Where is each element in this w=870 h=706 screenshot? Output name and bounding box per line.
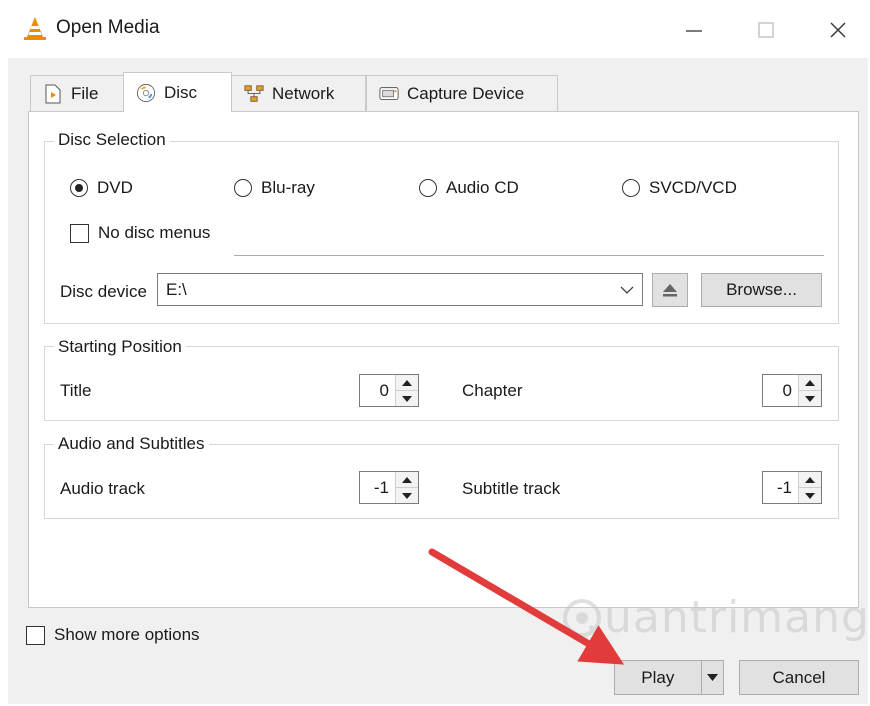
starting-position-legend: Starting Position [54, 337, 186, 357]
radio-audio-cd-circle [419, 179, 437, 197]
subtitle-track-label: Subtitle track [462, 479, 561, 498]
disc-icon [136, 83, 156, 103]
play-dropdown-arrow-icon[interactable] [700, 661, 723, 694]
audio-subtitles-legend: Audio and Subtitles [54, 434, 209, 454]
no-disc-menus-box [70, 223, 89, 243]
chapter-value: 0 [782, 380, 792, 400]
disc-device-combobox[interactable]: E:\ [157, 273, 643, 306]
tab-file[interactable]: File [30, 75, 124, 111]
title-spinbox[interactable]: 0 [359, 374, 419, 407]
show-more-options-label: Show more options [54, 625, 200, 644]
disc-device-value: E:\ [166, 279, 187, 299]
starting-position-group [44, 346, 839, 421]
radio-dvd[interactable]: DVD [70, 178, 133, 198]
chapter-down-arrow-icon[interactable] [799, 390, 821, 406]
radio-audio-cd-label: Audio CD [446, 178, 519, 197]
radio-blu-ray-circle [234, 179, 252, 197]
subtitle-track-value: -1 [776, 477, 792, 497]
audio-track-label: Audio track [60, 479, 146, 498]
disc-device-label: Disc device [60, 282, 147, 301]
radio-blu-ray-label: Blu-ray [261, 178, 315, 197]
audio-down-arrow-icon[interactable] [396, 487, 418, 503]
audio-track-spinbox[interactable]: -1 [359, 471, 419, 504]
eject-button[interactable] [652, 273, 688, 307]
tab-file-label: File [71, 83, 99, 103]
show-more-options-checkbox[interactable]: Show more options [26, 625, 200, 645]
watermark-logo-icon [563, 598, 601, 637]
show-more-options-box [26, 625, 45, 645]
close-icon [830, 22, 846, 38]
chapter-label: Chapter [462, 381, 523, 400]
window-title: Open Media [56, 17, 160, 38]
separator-line [234, 255, 824, 256]
subtitle-down-arrow-icon[interactable] [799, 487, 821, 503]
radio-svcd-vcd-circle [622, 179, 640, 197]
cancel-button[interactable]: Cancel [739, 660, 859, 695]
audio-subtitles-group [44, 444, 839, 519]
vlc-cone-icon [22, 16, 48, 42]
maximize-button[interactable] [742, 10, 790, 50]
minimize-icon [686, 30, 702, 32]
tab-disc[interactable]: Disc [123, 72, 232, 112]
eject-icon [663, 284, 677, 297]
chapter-spinbox[interactable]: 0 [762, 374, 822, 407]
tab-disc-label: Disc [164, 82, 198, 102]
subtitle-track-spinbox[interactable]: -1 [762, 471, 822, 504]
network-icon [244, 84, 264, 104]
chevron-down-icon [620, 280, 634, 300]
title-value: 0 [379, 380, 389, 400]
radio-audio-cd[interactable]: Audio CD [419, 178, 519, 198]
subtitle-up-arrow-icon[interactable] [799, 472, 821, 487]
maximize-icon [758, 22, 774, 38]
no-disc-menus-checkbox[interactable]: No disc menus [70, 223, 210, 243]
title-down-arrow-icon[interactable] [396, 390, 418, 406]
no-disc-menus-label: No disc menus [98, 223, 211, 242]
radio-blu-ray[interactable]: Blu-ray [234, 178, 315, 198]
audio-track-value: -1 [373, 477, 389, 497]
browse-button[interactable]: Browse... [701, 273, 822, 307]
radio-svcd-vcd-label: SVCD/VCD [649, 178, 737, 197]
capture-device-icon [379, 84, 399, 104]
minimize-button[interactable] [670, 10, 718, 50]
tab-network-label: Network [272, 83, 335, 103]
audio-up-arrow-icon[interactable] [396, 472, 418, 487]
title-label: Title [60, 381, 92, 400]
tab-capture-device[interactable]: Capture Device [366, 75, 558, 111]
close-button[interactable] [814, 10, 862, 50]
watermark: uantrimang [560, 592, 870, 643]
play-button[interactable]: Play [614, 660, 724, 695]
radio-dvd-circle [70, 179, 88, 197]
disc-selection-legend: Disc Selection [54, 130, 170, 150]
title-up-arrow-icon[interactable] [396, 375, 418, 390]
tab-capture-device-label: Capture Device [407, 83, 525, 103]
file-icon [43, 84, 63, 104]
radio-svcd-vcd[interactable]: SVCD/VCD [622, 178, 737, 198]
watermark-text: uantrimang [604, 592, 870, 643]
chapter-up-arrow-icon[interactable] [799, 375, 821, 390]
play-label: Play [641, 667, 675, 687]
radio-dvd-label: DVD [97, 178, 133, 197]
tab-network[interactable]: Network [231, 75, 366, 111]
